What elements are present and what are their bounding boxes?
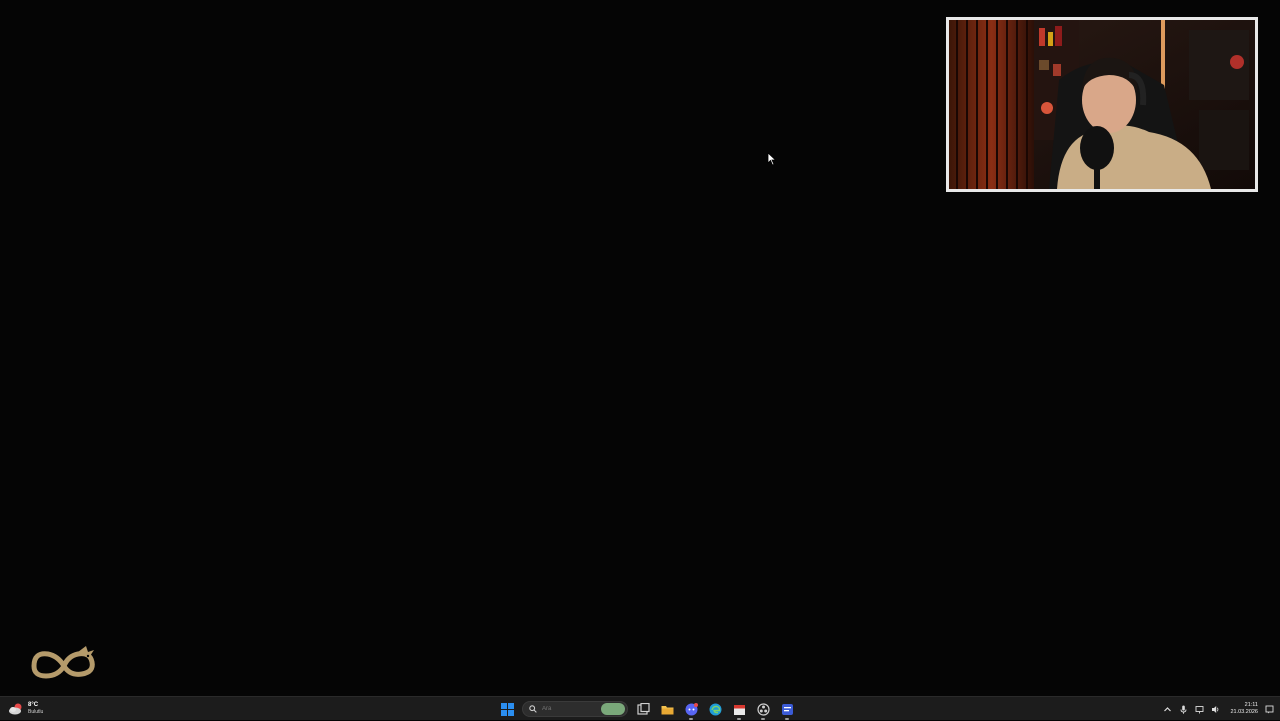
edge-browser-icon — [709, 703, 721, 715]
chevron-up-icon — [1164, 706, 1171, 711]
windows-start-icon — [500, 702, 514, 716]
discord-icon — [685, 702, 698, 715]
microphone-icon — [1180, 705, 1187, 714]
network-icon — [1195, 705, 1204, 713]
clock-date: 21.03.2026 — [1230, 709, 1258, 715]
calendar-app-icon — [733, 704, 745, 715]
start-button[interactable] — [498, 700, 516, 718]
weather-temperature: 8°C — [28, 702, 39, 708]
volume-button[interactable] — [1210, 704, 1220, 714]
obs-icon — [756, 702, 770, 716]
edge-button[interactable] — [706, 700, 724, 718]
show-hidden-icons-button[interactable] — [1162, 704, 1172, 714]
microphone-button[interactable] — [1178, 704, 1188, 714]
active-app-button[interactable] — [778, 700, 796, 720]
taskbar-search[interactable] — [522, 701, 628, 717]
notifications-button[interactable] — [1264, 704, 1274, 714]
task-view-icon — [636, 702, 650, 715]
webcam-overlay — [946, 17, 1258, 192]
task-view-button[interactable] — [634, 700, 652, 718]
system-tray: 21:11 21.03.2026 — [1162, 699, 1274, 719]
search-input[interactable] — [542, 706, 592, 712]
desktop-background — [0, 0, 1280, 696]
search-icon — [529, 705, 537, 713]
notification-icon — [1265, 705, 1273, 713]
webcam-feed-image — [949, 20, 1255, 189]
file-explorer-icon — [661, 705, 673, 714]
active-app-icon — [781, 703, 793, 715]
file-explorer-button[interactable] — [658, 700, 676, 718]
search-highlight-badge — [601, 703, 625, 715]
calendar-app-button[interactable] — [730, 700, 748, 720]
discord-button[interactable] — [682, 700, 700, 720]
weather-widget[interactable]: 8°C Bulutlu — [8, 699, 43, 719]
cloudy-weather-icon — [8, 702, 24, 716]
network-button[interactable] — [1194, 704, 1204, 714]
dragon-logo — [31, 646, 95, 679]
mouse-pointer-icon — [767, 152, 777, 166]
volume-icon — [1211, 705, 1219, 713]
obs-button[interactable] — [754, 700, 772, 720]
weather-condition: Bulutlu — [28, 709, 44, 715]
taskbar: 8°C Bulutlu Ara 21:11 21.03.2026 — [0, 696, 1280, 720]
taskbar-clock[interactable]: 21:11 21.03.2026 — [1230, 702, 1258, 716]
clock-time: 21:11 — [1244, 702, 1258, 708]
taskbar-center — [498, 699, 796, 720]
